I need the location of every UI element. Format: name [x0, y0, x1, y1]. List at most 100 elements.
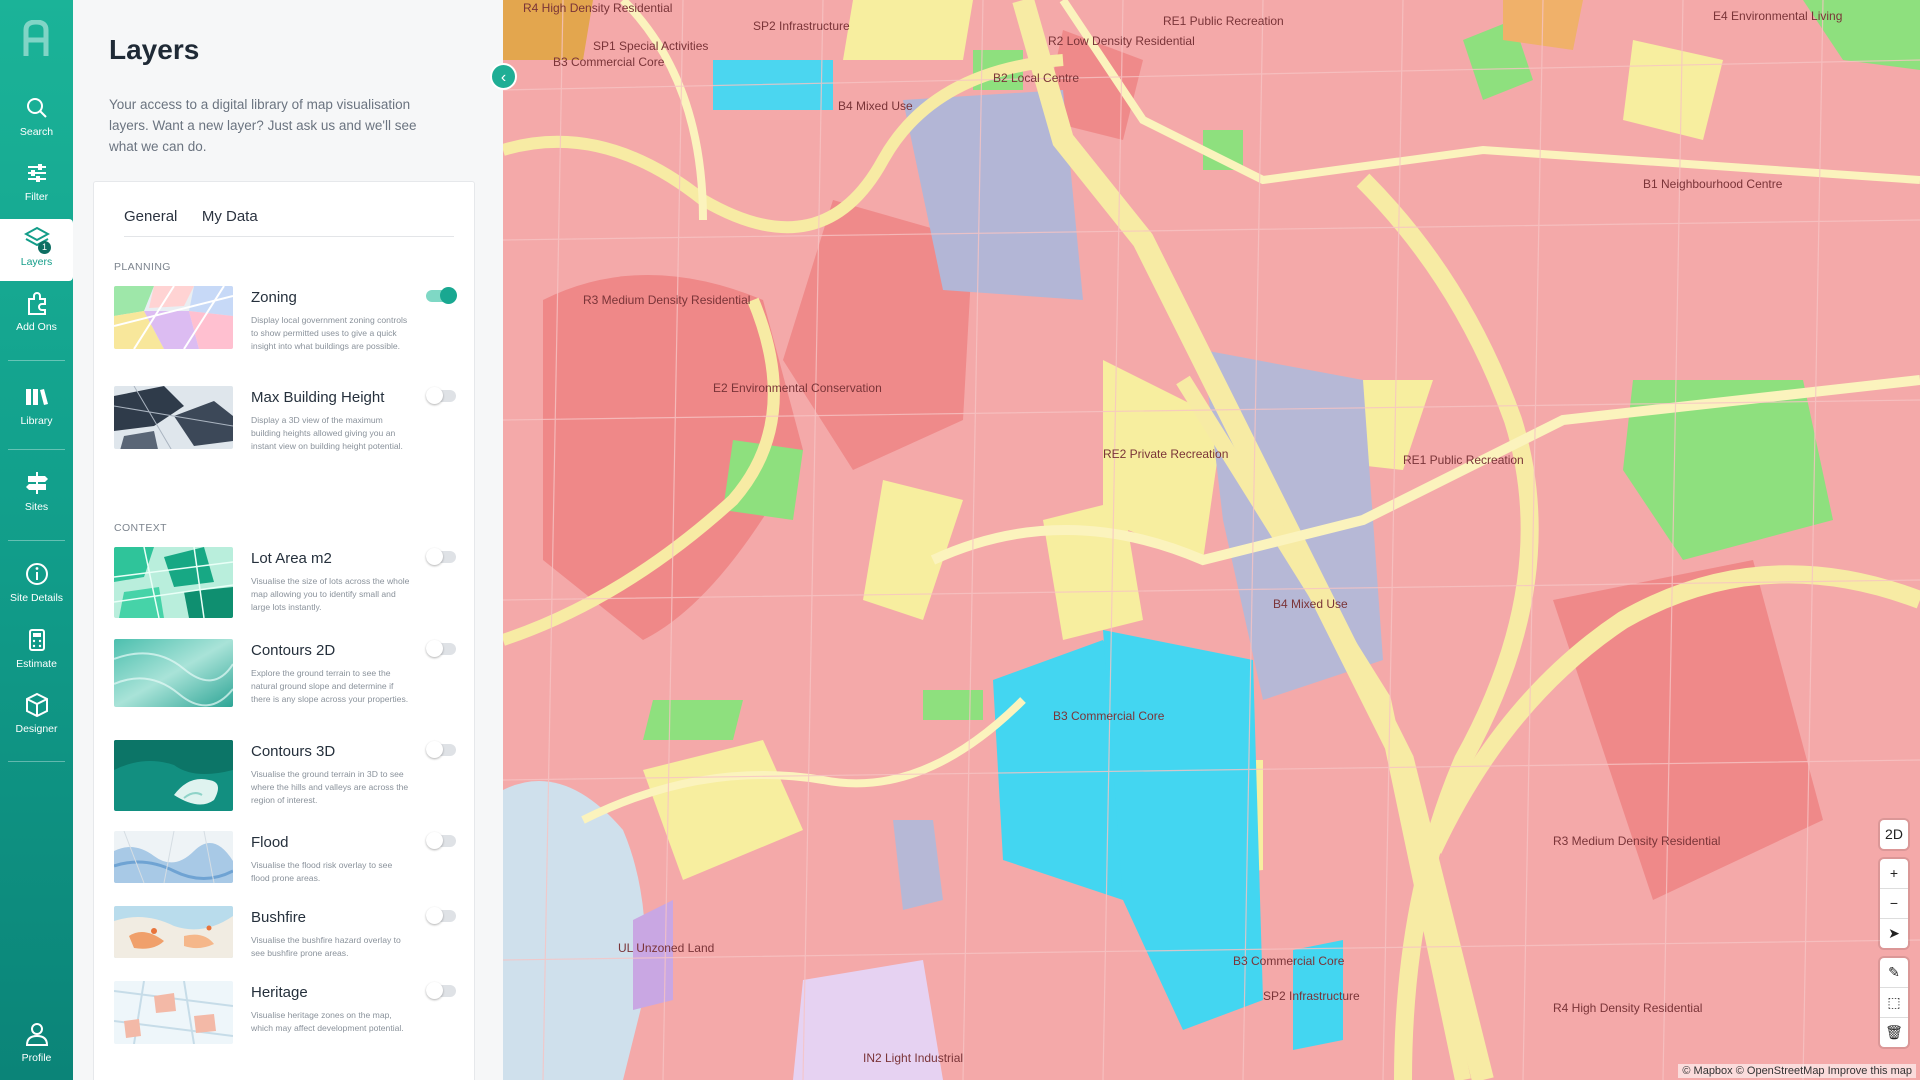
rail-divider: [8, 761, 65, 762]
toggle-knob: [426, 907, 443, 924]
layer-title: Lot Area m2: [251, 550, 332, 567]
heritage-toggle[interactable]: [426, 982, 456, 999]
panel-title: Layers: [109, 34, 200, 65]
rail-layers[interactable]: 1 Layers: [0, 219, 73, 281]
bushfire-toggle[interactable]: [426, 907, 456, 924]
app-logo: [23, 20, 49, 56]
rail-search[interactable]: Search: [0, 95, 73, 155]
zoom-in-button[interactable]: +: [1880, 859, 1908, 889]
rail-profile-label: Profile: [21, 1052, 52, 1064]
compass-icon[interactable]: ➤: [1880, 919, 1908, 948]
rail-profile[interactable]: Profile: [0, 1021, 73, 1081]
flood-toggle[interactable]: [426, 832, 456, 849]
map-attribution: © Mapbox © OpenStreetMap Improve this ma…: [1678, 1064, 1916, 1078]
draw-line-button[interactable]: ✎: [1880, 958, 1908, 988]
zoom-out-button[interactable]: −: [1880, 889, 1908, 919]
zoning-thumbnail: [114, 286, 233, 349]
zoning-map[interactable]: R4 High Density Residential SP2 Infrastr…: [503, 0, 1920, 1080]
layers-panel: Layers Your access to a digital library …: [73, 0, 503, 1080]
rail-estimate[interactable]: Estimate: [0, 627, 73, 687]
improve-map-link[interactable]: Improve this map: [1828, 1065, 1912, 1077]
map-label: R2 Low Density Residential: [1048, 34, 1195, 48]
layers-card: General My Data PLANNING Zoning Display …: [93, 181, 475, 1080]
rail-layers-label: Layers: [20, 256, 53, 268]
contours-3d-toggle[interactable]: [426, 741, 456, 758]
flood-thumbnail: [114, 831, 233, 883]
map-label: RE2 Private Recreation: [1103, 447, 1228, 461]
layer-description: Explore the ground terrain to see the na…: [251, 668, 409, 704]
layers-count-badge: 1: [38, 241, 51, 254]
rail-addons[interactable]: Add Ons: [0, 290, 73, 350]
chevron-left-icon: ‹: [500, 69, 507, 86]
layer-title: Contours 2D: [251, 642, 336, 659]
layer-contours-2d: Contours 2D Explore the ground terrain t…: [114, 639, 459, 719]
mapbox-attribution[interactable]: © Mapbox: [1682, 1065, 1732, 1077]
layer-bushfire: Bushfire Visualise the bushfire hazard o…: [114, 906, 459, 986]
map-label: E2 Environmental Conservation: [713, 381, 882, 395]
layer-title: Contours 3D: [251, 743, 336, 760]
map-label: R4 High Density Residential: [1553, 1001, 1702, 1015]
layer-lot-area: Lot Area m2 Visualise the size of lots a…: [114, 547, 459, 627]
puzzle-icon: [27, 292, 46, 315]
toggle-knob: [426, 640, 443, 657]
rail-library[interactable]: Library: [0, 384, 73, 444]
layer-tabs: General My Data: [124, 208, 454, 237]
map-label: UL Unzoned Land: [618, 941, 714, 955]
layer-description: Visualise the flood risk overlay to see …: [251, 860, 393, 883]
sliders-icon: [27, 164, 46, 182]
rail-estimate-label: Estimate: [16, 658, 57, 670]
map-label: R3 Medium Density Residential: [583, 293, 750, 307]
layer-description: Visualise the bushfire hazard overlay to…: [251, 935, 401, 958]
map-label: IN2 Light Industrial: [863, 1051, 963, 1065]
rail-sites[interactable]: Sites: [0, 470, 73, 530]
map-label: B3 Commercial Core: [1053, 709, 1165, 723]
lot-area-toggle[interactable]: [426, 548, 456, 565]
toggle-knob: [426, 387, 443, 404]
rail-library-label: Library: [20, 415, 53, 427]
rail-site-details[interactable]: Site Details: [0, 561, 73, 621]
collapse-panel-button[interactable]: ‹: [490, 63, 517, 90]
map-label: B3 Commercial Core: [1233, 954, 1345, 968]
tab-general[interactable]: General: [124, 208, 177, 225]
rail-addons-label: Add Ons: [16, 321, 57, 333]
toggle-knob: [426, 832, 443, 849]
layer-description: Display local government zoning controls…: [251, 315, 408, 351]
rail-designer-label: Designer: [15, 723, 58, 735]
toggle-knob: [426, 982, 443, 999]
contours-3d-thumbnail: [114, 740, 233, 811]
map-label: RE1 Public Recreation: [1403, 453, 1524, 467]
rail-divider: [8, 360, 65, 361]
signpost-icon: [25, 472, 48, 494]
toggle-2d-button[interactable]: 2D: [1880, 820, 1908, 849]
toggle-knob: [426, 741, 443, 758]
layer-contours-3d: Contours 3D Visualise the ground terrain…: [114, 740, 459, 820]
rail-divider: [8, 449, 65, 450]
rail-designer[interactable]: Designer: [0, 692, 73, 752]
trash-icon[interactable]: 🗑: [1880, 1018, 1908, 1047]
lot-area-thumbnail: [114, 547, 233, 618]
zoom-controls: + − ➤: [1880, 859, 1908, 948]
max-building-height-toggle[interactable]: [426, 387, 456, 404]
zoning-toggle[interactable]: [426, 287, 457, 304]
tab-my-data[interactable]: My Data: [202, 208, 258, 225]
map-label: B1 Neighbourhood Centre: [1643, 177, 1783, 191]
draw-controls: ✎ ⬚ 🗑: [1880, 958, 1908, 1047]
rail-filter[interactable]: Filter: [0, 160, 73, 220]
layer-description: Visualise the ground terrain in 3D to se…: [251, 769, 409, 805]
map-label: SP2 Infrastructure: [1263, 989, 1360, 1003]
map-label: B2 Local Centre: [993, 71, 1079, 85]
map-label: RE1 Public Recreation: [1163, 14, 1284, 28]
draw-polygon-button[interactable]: ⬚: [1880, 988, 1908, 1018]
map-label: R4 High Density Residential: [523, 1, 672, 15]
layer-max-building-height: Max Building Height Display a 3D view of…: [114, 386, 459, 466]
rail-sites-label: Sites: [24, 501, 49, 513]
info-icon: [25, 563, 48, 585]
layer-zoning: Zoning Display local government zoning c…: [114, 286, 459, 366]
rail-divider: [8, 540, 65, 541]
layer-flood: Flood Visualise the flood risk overlay t…: [114, 831, 459, 911]
layer-title: Heritage: [251, 984, 308, 1001]
osm-attribution[interactable]: © OpenStreetMap: [1736, 1065, 1825, 1077]
map-canvas[interactable]: R4 High Density Residential SP2 Infrastr…: [503, 0, 1920, 1080]
max-building-height-thumbnail: [114, 386, 233, 449]
contours-2d-toggle[interactable]: [426, 640, 456, 657]
